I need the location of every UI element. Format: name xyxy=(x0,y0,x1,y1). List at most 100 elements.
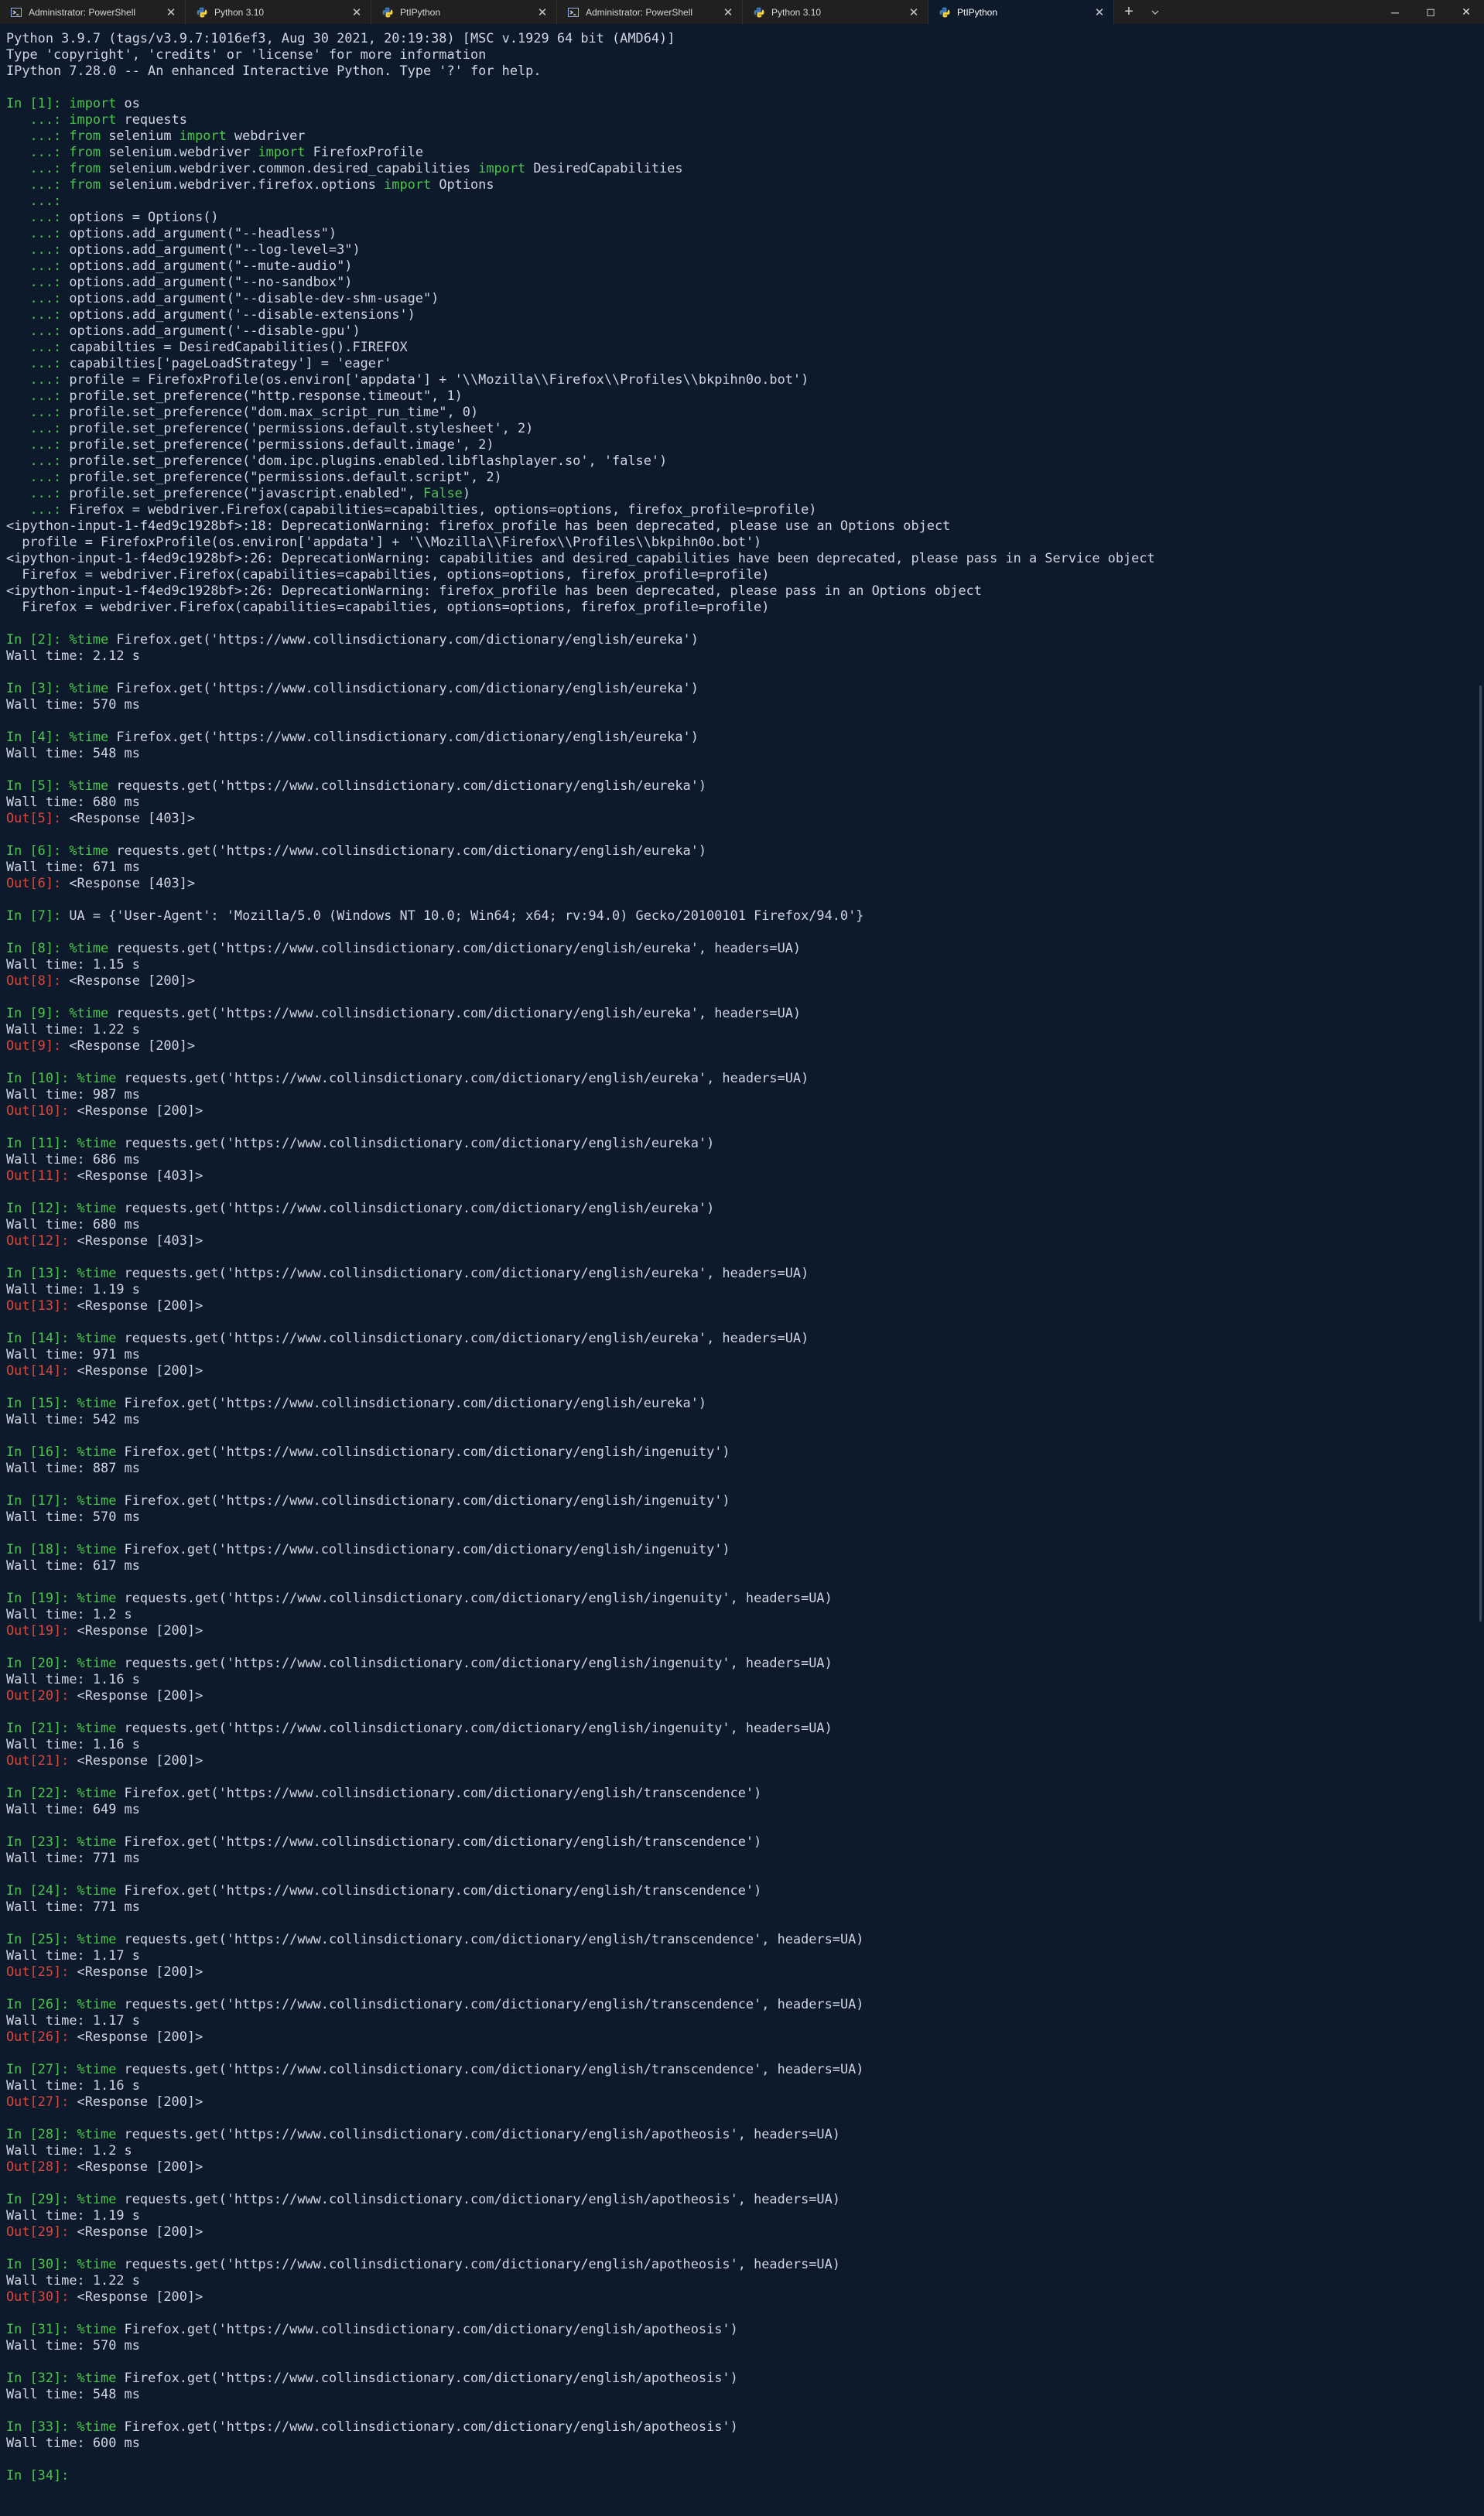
terminal-line: In [26]: %time requests.get('https://www… xyxy=(6,1996,1469,2012)
terminal-line: In [17]: %time Firefox.get('https://www.… xyxy=(6,1492,1469,1509)
window-close-button[interactable]: ✕ xyxy=(1448,0,1484,24)
line-text: selenium.webdriver.common.desired_capabi… xyxy=(101,160,479,176)
input-prompt: In [26]: xyxy=(6,1996,77,2012)
line-text: options.add_argument("--disable-dev-shm-… xyxy=(69,290,439,306)
terminal-line: ...: xyxy=(6,193,1469,209)
line-text: Wall time: 570 ms xyxy=(6,1509,140,1524)
terminal-line: In [20]: %time requests.get('https://www… xyxy=(6,1655,1469,1671)
terminal-line: Wall time: 680 ms xyxy=(6,794,1469,810)
terminal-line: Wall time: 1.22 s xyxy=(6,2272,1469,2289)
terminal-line: In [5]: %time requests.get('https://www.… xyxy=(6,778,1469,794)
input-prompt: In [1]: xyxy=(6,95,70,111)
line-text: Wall time: 1.2 s xyxy=(6,1606,132,1622)
tab-6[interactable]: PtIPython ✕ xyxy=(928,0,1114,24)
continuation-prompt: ...: xyxy=(6,323,70,338)
new-tab-button[interactable]: + xyxy=(1114,0,1144,24)
line-text: Wall time: 1.2 s xyxy=(6,2142,132,2158)
terminal-line: ...: from selenium.webdriver import Fire… xyxy=(6,144,1469,160)
terminal-line: Wall time: 1.22 s xyxy=(6,1021,1469,1038)
scrollbar-thumb[interactable] xyxy=(1479,685,1482,1622)
line-text: Options xyxy=(431,176,494,192)
close-tab-icon[interactable]: ✕ xyxy=(536,5,549,19)
code-keyword: %time xyxy=(77,1541,117,1557)
terminal-line: ...: options.add_argument("--no-sandbox"… xyxy=(6,274,1469,290)
terminal-line: Out[20]: <Response [200]> xyxy=(6,1687,1469,1704)
code-keyword: import xyxy=(478,160,526,176)
terminal-line: In [21]: %time requests.get('https://www… xyxy=(6,1720,1469,1736)
input-prompt: In [32]: xyxy=(6,2370,77,2385)
line-text: requests.get('https://www.collinsdiction… xyxy=(108,1005,802,1020)
output-prompt: Out[19]: xyxy=(6,1622,77,1638)
terminal-line: In [33]: %time Firefox.get('https://www.… xyxy=(6,2419,1469,2435)
line-text: <Response [403]> xyxy=(77,1167,203,1183)
terminal-line: Type 'copyright', 'credits' or 'license'… xyxy=(6,46,1469,63)
terminal-line: In [1]: import os xyxy=(6,95,1469,111)
output-prompt: Out[9]: xyxy=(6,1038,70,1053)
continuation-prompt: ...: xyxy=(6,436,70,452)
line-text: Firefox.get('https://www.collinsdictiona… xyxy=(116,1444,730,1459)
code-keyword: %time xyxy=(69,940,109,955)
line-text: Firefox = webdriver.Firefox(capabilities… xyxy=(69,501,817,517)
output-prompt: Out[27]: xyxy=(6,2094,77,2109)
terminal-line: Wall time: 987 ms xyxy=(6,1086,1469,1102)
terminal-line: Wall time: 1.17 s xyxy=(6,1947,1469,1964)
input-prompt: In [19]: xyxy=(6,1590,77,1605)
code-keyword: %time xyxy=(77,2321,117,2337)
code-keyword: %time xyxy=(77,1590,117,1605)
output-prompt: Out[8]: xyxy=(6,973,70,988)
close-tab-icon[interactable]: ✕ xyxy=(350,5,363,19)
tab-1[interactable]: Administrator: PowerShell ✕ xyxy=(0,0,186,24)
line-text: Wall time: 1.17 s xyxy=(6,1947,140,1963)
close-tab-icon[interactable]: ✕ xyxy=(908,5,920,19)
tab-3[interactable]: PtIPython ✕ xyxy=(371,0,557,24)
maximize-button[interactable]: ◻ xyxy=(1413,0,1448,24)
close-tab-icon[interactable]: ✕ xyxy=(165,5,177,19)
terminal-line: Wall time: 617 ms xyxy=(6,1557,1469,1574)
terminal-line: Wall time: 1.2 s xyxy=(6,2142,1469,2159)
powershell-icon xyxy=(568,7,579,18)
input-prompt: In [4]: xyxy=(6,729,70,744)
python-icon xyxy=(754,7,764,18)
code-keyword: import xyxy=(69,111,117,127)
output-prompt: Out[20]: xyxy=(6,1687,77,1703)
terminal-line: ...: profile.set_preference("dom.max_scr… xyxy=(6,404,1469,420)
tab-bar: Administrator: PowerShell ✕ Python 3.10 ✕ Pt… xyxy=(0,0,1484,24)
terminal-line: ...: profile.set_preference("permissions… xyxy=(6,469,1469,485)
input-prompt: In [12]: xyxy=(6,1200,77,1215)
code-keyword: %time xyxy=(77,1200,117,1215)
terminal-line: ...: profile.set_preference("javascript.… xyxy=(6,485,1469,501)
terminal-line: In [34]: xyxy=(6,2467,1469,2484)
line-text: profile = FirefoxProfile(os.environ['app… xyxy=(6,534,762,549)
line-text: Python 3.9.7 (tags/v3.9.7:1016ef3, Aug 3… xyxy=(6,30,675,46)
chevron-down-icon[interactable] xyxy=(1144,0,1167,24)
minimize-button[interactable]: ─ xyxy=(1377,0,1413,24)
close-tab-icon[interactable]: ✕ xyxy=(1093,5,1106,19)
line-text: options.add_argument('--disable-gpu') xyxy=(69,323,361,338)
terminal-line: Python 3.9.7 (tags/v3.9.7:1016ef3, Aug 3… xyxy=(6,30,1469,46)
tab-5[interactable]: Python 3.10 ✕ xyxy=(743,0,928,24)
terminal-line: In [7]: UA = {'User-Agent': 'Mozilla/5.0… xyxy=(6,908,1469,924)
scrollbar[interactable] xyxy=(1473,24,1484,2516)
terminal-line: Out[6]: <Response [403]> xyxy=(6,875,1469,891)
line-text: Wall time: 1.19 s xyxy=(6,2207,140,2223)
terminal-line: ...: options.add_argument('--disable-ext… xyxy=(6,306,1469,323)
terminal-line: ...: profile.set_preference("http.respon… xyxy=(6,388,1469,404)
line-text: Firefox.get('https://www.collinsdictiona… xyxy=(108,729,699,744)
code-keyword: %time xyxy=(77,2256,117,2272)
close-tab-icon[interactable]: ✕ xyxy=(722,5,734,19)
input-prompt: In [13]: xyxy=(6,1265,77,1280)
terminal-line: ...: capabilties = DesiredCapabilities()… xyxy=(6,339,1469,355)
terminal-line: Wall time: 649 ms xyxy=(6,1801,1469,1817)
line-text: profile.set_preference("dom.max_script_r… xyxy=(69,404,479,419)
terminal-output[interactable]: Python 3.9.7 (tags/v3.9.7:1016ef3, Aug 3… xyxy=(6,30,1469,2510)
line-text: profile.set_preference("javascript.enabl… xyxy=(69,485,423,501)
tab-2[interactable]: Python 3.10 ✕ xyxy=(186,0,371,24)
tab-4[interactable]: Administrator: PowerShell ✕ xyxy=(557,0,743,24)
